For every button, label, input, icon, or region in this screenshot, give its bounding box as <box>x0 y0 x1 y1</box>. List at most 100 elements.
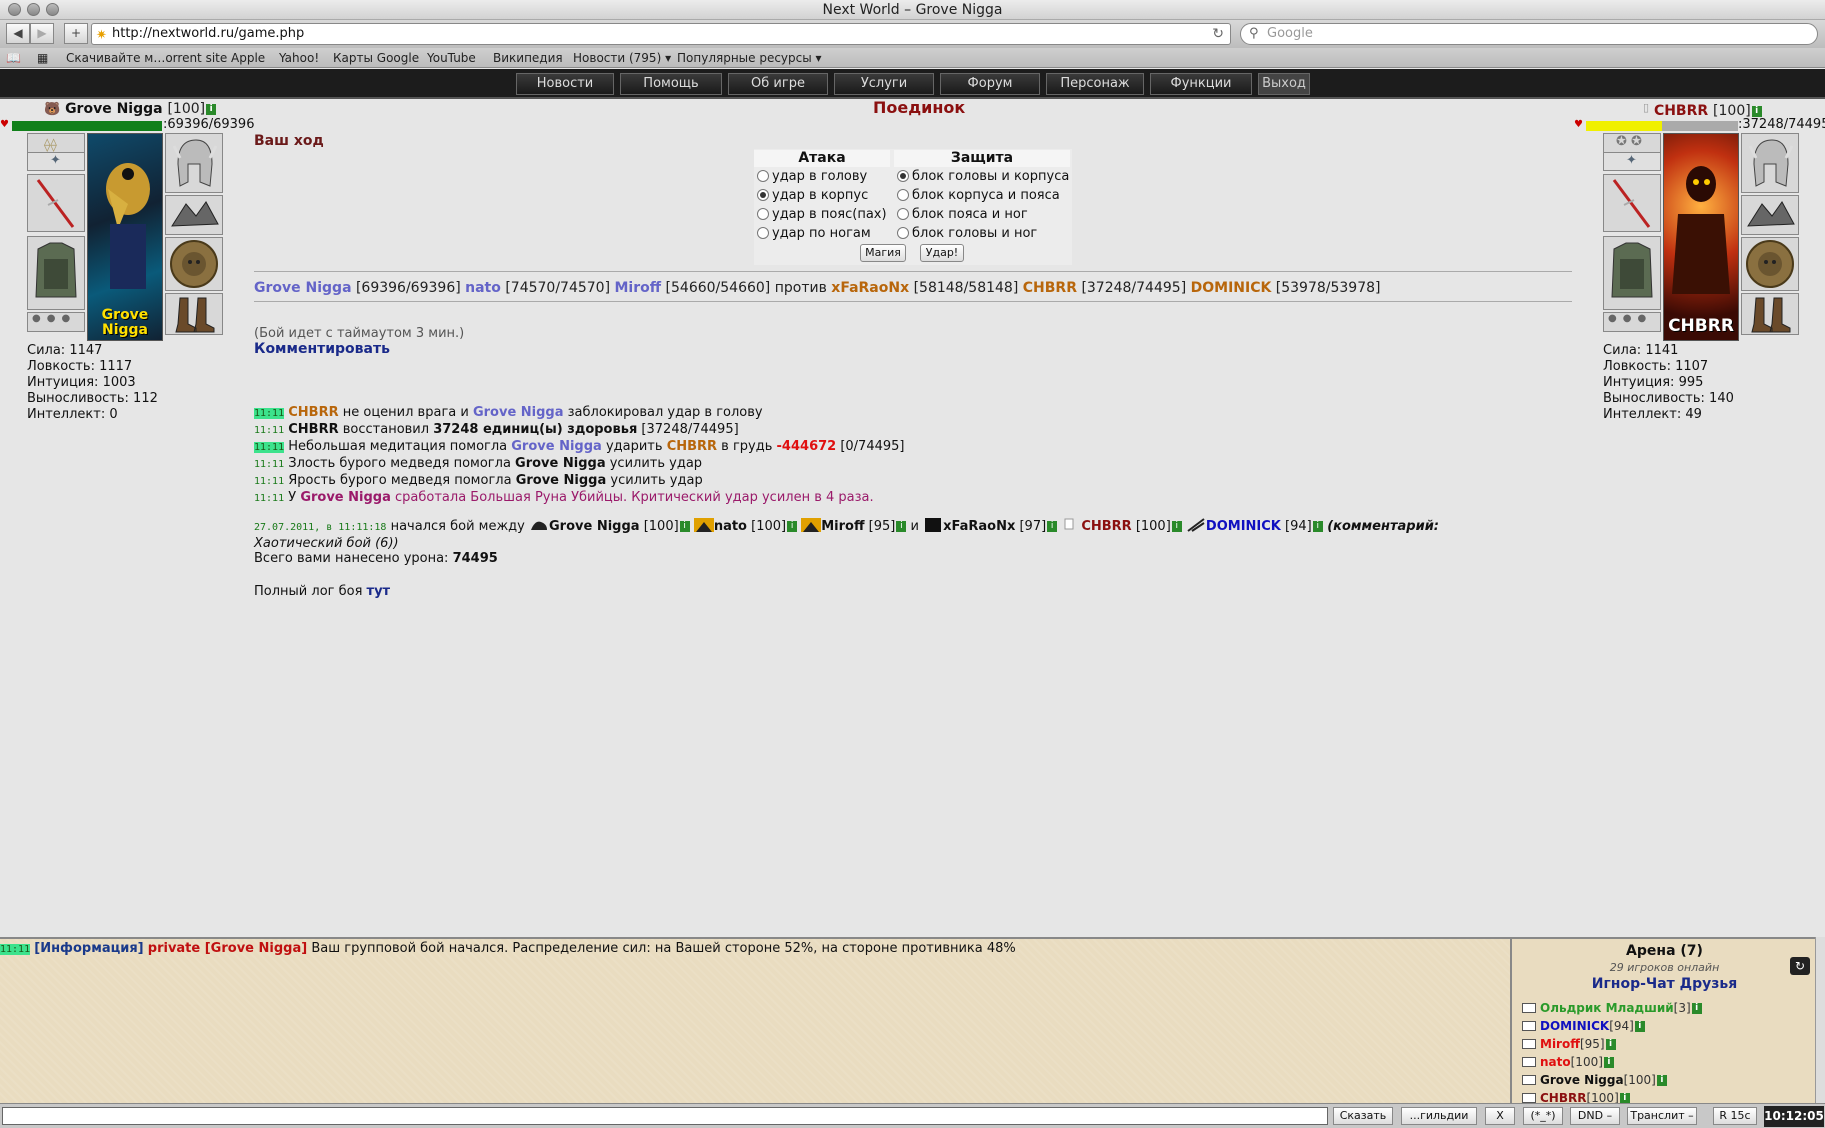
info-icon[interactable]: i <box>679 521 690 532</box>
attack-option[interactable]: удар в корпус <box>757 188 868 204</box>
menu-services[interactable]: Услуги <box>834 73 934 95</box>
attack-option[interactable]: удар по ногам <box>757 226 871 242</box>
left-avatar[interactable]: Grove Nigga <box>87 133 163 341</box>
back-button[interactable]: ◀ <box>6 23 30 44</box>
shield-slot[interactable] <box>165 237 223 291</box>
private-message-icon[interactable] <box>1522 1075 1536 1085</box>
weapon-slot[interactable] <box>1603 174 1661 232</box>
minimize-window-button[interactable] <box>27 3 40 16</box>
info-icon[interactable]: i <box>1656 1075 1667 1086</box>
attack-radio[interactable] <box>757 208 769 220</box>
comment-link[interactable]: Комментировать <box>254 341 390 357</box>
online-player[interactable]: DOMINICK[94] i <box>1522 1019 1645 1033</box>
info-icon[interactable]: i <box>787 521 798 532</box>
rings-slot[interactable]: ●●● <box>1603 312 1661 332</box>
hit-button[interactable]: Удар! <box>920 244 964 262</box>
enemy-player-name[interactable]: DOMINICK <box>1191 280 1272 296</box>
menu-exit[interactable]: Выход <box>1258 73 1310 95</box>
refresh-icon[interactable]: ↻ <box>1790 957 1810 975</box>
add-bookmark-button[interactable]: + <box>64 23 88 44</box>
dnd-toggle[interactable]: DND – <box>1570 1107 1620 1125</box>
team-player-name[interactable]: Grove Nigga <box>254 280 352 296</box>
defense-option[interactable]: блок пояса и ног <box>897 207 1028 223</box>
translit-toggle[interactable]: Транслит – <box>1627 1107 1697 1125</box>
enemy-player-name[interactable]: CHBRR <box>1023 280 1077 296</box>
top-sites-icon[interactable]: ▦ <box>37 48 48 68</box>
earrings-slot[interactable]: ✪ ✪ <box>1603 133 1661 153</box>
bookmark-item[interactable]: Википедия <box>493 48 563 68</box>
rings-slot[interactable]: ●●● <box>27 312 85 332</box>
amulet-slot[interactable]: ✦ <box>27 152 85 171</box>
chat-scrollbar[interactable] <box>1815 937 1825 1103</box>
private-message-icon[interactable] <box>1522 1039 1536 1049</box>
team-player-name[interactable]: nato <box>465 280 501 296</box>
right-player-name[interactable]: CHBRR <box>1654 103 1708 119</box>
info-icon[interactable]: i <box>1047 521 1058 532</box>
online-player[interactable]: Ольдрик Младший[3] i <box>1522 1001 1702 1015</box>
defense-radio[interactable] <box>897 227 909 239</box>
private-message-icon[interactable] <box>1522 1021 1536 1031</box>
info-icon[interactable]: i <box>1171 521 1182 532</box>
full-log-link[interactable]: тут <box>367 584 391 599</box>
log-player-name[interactable]: Grove Nigga <box>473 405 564 420</box>
info-icon[interactable]: i <box>1605 1039 1616 1050</box>
bookmark-item[interactable]: Скачивайте м…orrent site <box>66 48 227 68</box>
attack-radio[interactable] <box>757 227 769 239</box>
team-player-name[interactable]: Miroff <box>615 280 662 296</box>
menu-about[interactable]: Об игре <box>728 73 828 95</box>
magic-button[interactable]: Магия <box>860 244 906 262</box>
attack-option[interactable]: удар в пояс(пах) <box>757 207 887 223</box>
online-player[interactable]: Grove Nigga[100] i <box>1522 1073 1667 1087</box>
armor-slot[interactable] <box>1603 236 1661 310</box>
fight-player-name[interactable]: xFaRaoNx <box>943 519 1015 534</box>
attack-radio[interactable] <box>757 189 769 201</box>
fight-player-name[interactable]: nato <box>714 519 747 534</box>
defense-radio[interactable] <box>897 189 909 201</box>
right-avatar[interactable]: CHBRR <box>1663 133 1739 341</box>
guild-button[interactable]: ...гильдии <box>1401 1107 1477 1125</box>
search-field[interactable]: ⚲ Google <box>1240 23 1818 45</box>
defense-option[interactable]: блок головы и корпуса <box>897 169 1069 185</box>
left-player-name[interactable]: Grove Nigga <box>65 101 163 117</box>
clear-button[interactable]: X <box>1485 1107 1515 1125</box>
gloves-slot[interactable] <box>1741 195 1799 235</box>
enemy-player-name[interactable]: xFaRaoNx <box>831 280 909 296</box>
address-bar[interactable]: ✷ http://nextworld.ru/game.php ↻ <box>91 23 1231 45</box>
fight-player-name[interactable]: DOMINICK <box>1206 519 1281 534</box>
amulet-slot[interactable]: ✦ <box>1603 152 1661 171</box>
bookmark-item[interactable]: Новости (795) ▾ <box>573 48 671 68</box>
close-window-button[interactable] <box>8 3 21 16</box>
weapon-slot[interactable] <box>27 174 85 232</box>
private-message-icon[interactable] <box>1522 1057 1536 1067</box>
gloves-slot[interactable] <box>165 195 223 235</box>
forward-button[interactable]: ▶ <box>30 23 54 44</box>
info-icon[interactable]: i <box>1634 1021 1645 1032</box>
bookmark-item[interactable]: Yahoo! <box>279 48 319 68</box>
online-player-name[interactable]: Miroff <box>1540 1037 1580 1051</box>
reload-icon[interactable]: ↻ <box>1212 24 1224 44</box>
chat-private[interactable]: private [Grove Nigga] <box>148 941 307 956</box>
info-icon[interactable]: i <box>1751 105 1762 117</box>
info-icon[interactable]: i <box>1603 1057 1614 1068</box>
log-player-name[interactable]: CHBRR <box>288 405 338 420</box>
menu-character[interactable]: Персонаж <box>1046 73 1144 95</box>
menu-forum[interactable]: Форум <box>940 73 1040 95</box>
online-player[interactable]: nato[100] i <box>1522 1055 1614 1069</box>
menu-functions[interactable]: Функции <box>1150 73 1252 95</box>
info-icon[interactable]: i <box>1619 1093 1630 1103</box>
attack-option[interactable]: удар в голову <box>757 169 867 185</box>
armor-slot[interactable] <box>27 236 85 310</box>
online-player-name[interactable]: Grove Nigga <box>1540 1073 1624 1087</box>
refresh-rate-button[interactable]: R 15c <box>1713 1107 1757 1125</box>
defense-radio[interactable] <box>897 170 909 182</box>
bookmark-item[interactable]: Карты Google <box>333 48 419 68</box>
defense-option[interactable]: блок головы и ног <box>897 226 1037 242</box>
defense-option[interactable]: блок корпуса и пояса <box>897 188 1060 204</box>
bookmark-item[interactable]: Apple <box>231 48 265 68</box>
sidebar-tabs[interactable]: Игнор-Чат Друзья <box>1512 976 1815 992</box>
bookmark-item[interactable]: YouTube <box>427 48 476 68</box>
fight-player-name[interactable]: CHBRR <box>1081 519 1131 534</box>
attack-radio[interactable] <box>757 170 769 182</box>
smiles-button[interactable]: (*_*) <box>1523 1107 1563 1125</box>
info-icon[interactable]: i <box>206 103 217 115</box>
